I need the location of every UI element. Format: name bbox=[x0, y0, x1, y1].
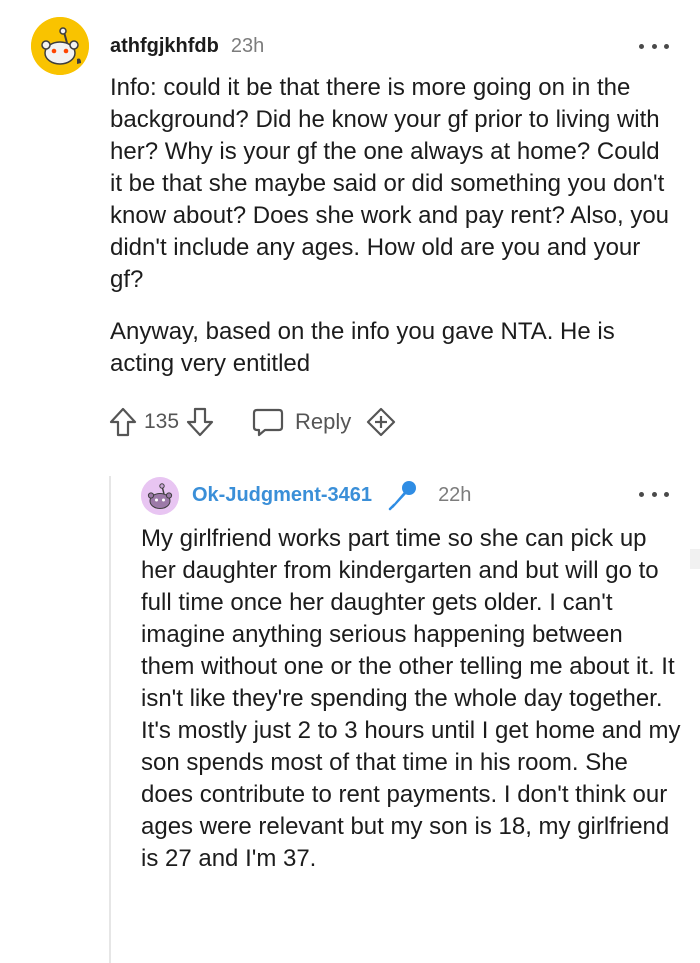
snoo-avatar-icon bbox=[141, 477, 179, 515]
comment-paragraph: Info: could it be that there is more goi… bbox=[110, 74, 670, 293]
reply-button[interactable]: Reply bbox=[251, 406, 351, 438]
username[interactable]: Ok-Judgment-3461 bbox=[192, 484, 372, 507]
timestamp[interactable]: 23h bbox=[231, 35, 264, 58]
avatar[interactable] bbox=[141, 477, 179, 515]
award-button[interactable] bbox=[365, 406, 397, 438]
reply-label: Reply bbox=[295, 409, 352, 434]
avatar[interactable] bbox=[31, 17, 89, 75]
timestamp[interactable]: 22h bbox=[438, 484, 471, 507]
more-dots-icon bbox=[639, 491, 644, 497]
username[interactable]: athfgjkhfdb bbox=[110, 35, 219, 58]
upvote-button[interactable] bbox=[108, 406, 138, 438]
more-options-button[interactable] bbox=[639, 487, 669, 501]
more-options-button[interactable] bbox=[639, 39, 669, 53]
comment-paragraph: Anyway, based on the info you gave NTA. … bbox=[110, 318, 615, 377]
reply-body: My girlfriend works part time so she can… bbox=[141, 525, 681, 872]
arrow-down-icon bbox=[186, 407, 214, 437]
speech-bubble-icon bbox=[252, 408, 284, 437]
reply-header: Ok-Judgment-3461 22h bbox=[192, 479, 471, 511]
arrow-up-icon bbox=[109, 407, 137, 437]
comment-actions: 135 Reply bbox=[108, 402, 397, 442]
comment-header: athfgjkhfdb 23h bbox=[110, 32, 264, 60]
award-plus-icon bbox=[367, 407, 396, 437]
more-dots-icon bbox=[639, 43, 644, 49]
snoo-avatar-icon bbox=[31, 17, 89, 75]
scroll-edge bbox=[690, 549, 700, 569]
comment-thread: athfgjkhfdb 23h Info: could it be that t… bbox=[0, 0, 700, 963]
microphone-icon bbox=[386, 479, 418, 511]
downvote-button[interactable] bbox=[185, 406, 215, 438]
thread-line[interactable] bbox=[109, 476, 111, 963]
vote-count: 135 bbox=[144, 410, 180, 433]
